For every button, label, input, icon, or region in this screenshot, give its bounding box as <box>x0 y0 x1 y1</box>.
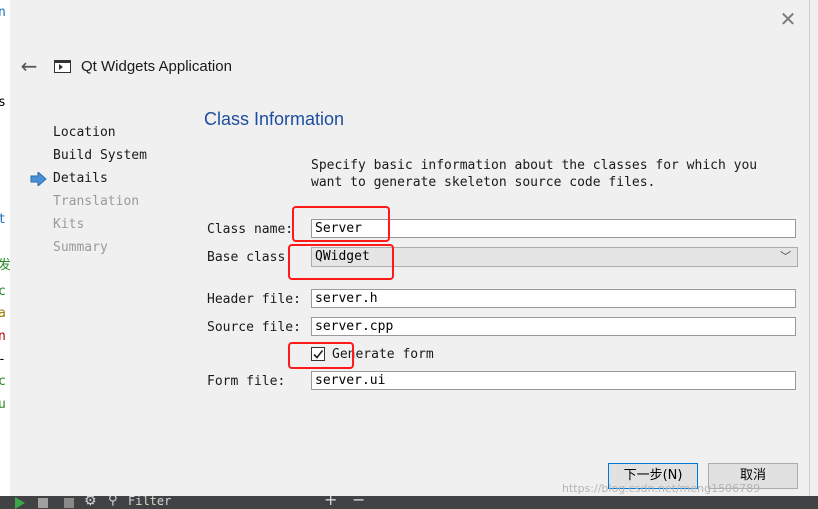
new-project-wizard-dialog: ✕ ← Qt Widgets Application Location Buil… <box>10 0 810 496</box>
filter-label[interactable]: Filter <box>128 496 171 509</box>
generate-form-checkbox[interactable] <box>311 347 325 361</box>
page-title: Class Information <box>204 109 345 129</box>
stop-icon[interactable] <box>38 498 48 508</box>
generate-form-label[interactable]: Generate form <box>332 347 434 363</box>
step-kits: Kits <box>53 217 85 232</box>
background-code-fragment: n <box>0 6 6 19</box>
form-file-input[interactable]: server.ui <box>311 371 796 390</box>
remove-icon[interactable]: − <box>352 496 365 508</box>
form-file-label: Form file: <box>207 374 286 389</box>
step-summary: Summary <box>53 240 108 255</box>
background-code-fragment: c <box>0 285 6 298</box>
page-description: Specify basic information about the clas… <box>311 158 758 190</box>
gear-icon[interactable]: ⚙ <box>84 496 97 509</box>
step-build-system: Build System <box>53 148 147 163</box>
step-location: Location <box>53 125 116 140</box>
header-file-input[interactable]: server.h <box>311 289 796 308</box>
class-name-input[interactable]: Server <box>311 219 796 238</box>
background-code-fragment: c <box>0 375 6 388</box>
qt-widgets-app-icon <box>54 60 71 73</box>
base-class-label: Base class: <box>207 250 294 265</box>
chevron-down-icon: ﹀ <box>780 250 791 263</box>
run-icon[interactable] <box>15 497 25 509</box>
background-code-fragment: s <box>0 96 6 109</box>
background-code-fragment: n <box>0 330 6 343</box>
wizard-title: Qt Widgets Application <box>81 58 232 75</box>
class-name-label: Class name: <box>207 222 294 237</box>
source-file-label: Source file: <box>207 320 301 335</box>
build-icon[interactable] <box>64 498 74 508</box>
base-class-select[interactable]: QWidget ﹀ <box>311 247 798 267</box>
filter-icon: ⚲ <box>108 496 118 508</box>
add-icon[interactable]: + <box>324 496 337 508</box>
background-code-fragment: a <box>0 307 6 320</box>
step-translation: Translation <box>53 194 140 209</box>
base-class-value: QWidget <box>315 249 370 264</box>
background-bottom-toolbar: ⚙ ⚲ Filter + − <box>0 496 818 509</box>
back-arrow-icon[interactable]: ← <box>18 55 40 77</box>
checkmark-icon <box>313 350 324 359</box>
background-code-fragment: - <box>0 353 6 366</box>
header-file-label: Header file: <box>207 292 301 307</box>
current-step-arrow-icon <box>30 172 47 186</box>
watermark-text: https://blog.csdn.net/meng1506789 <box>562 482 761 495</box>
background-code-fragment: u <box>0 398 6 411</box>
close-icon[interactable]: ✕ <box>777 8 799 30</box>
step-details: Details <box>53 171 108 186</box>
source-file-input[interactable]: server.cpp <box>311 317 796 336</box>
background-code-fragment: t <box>0 213 6 226</box>
